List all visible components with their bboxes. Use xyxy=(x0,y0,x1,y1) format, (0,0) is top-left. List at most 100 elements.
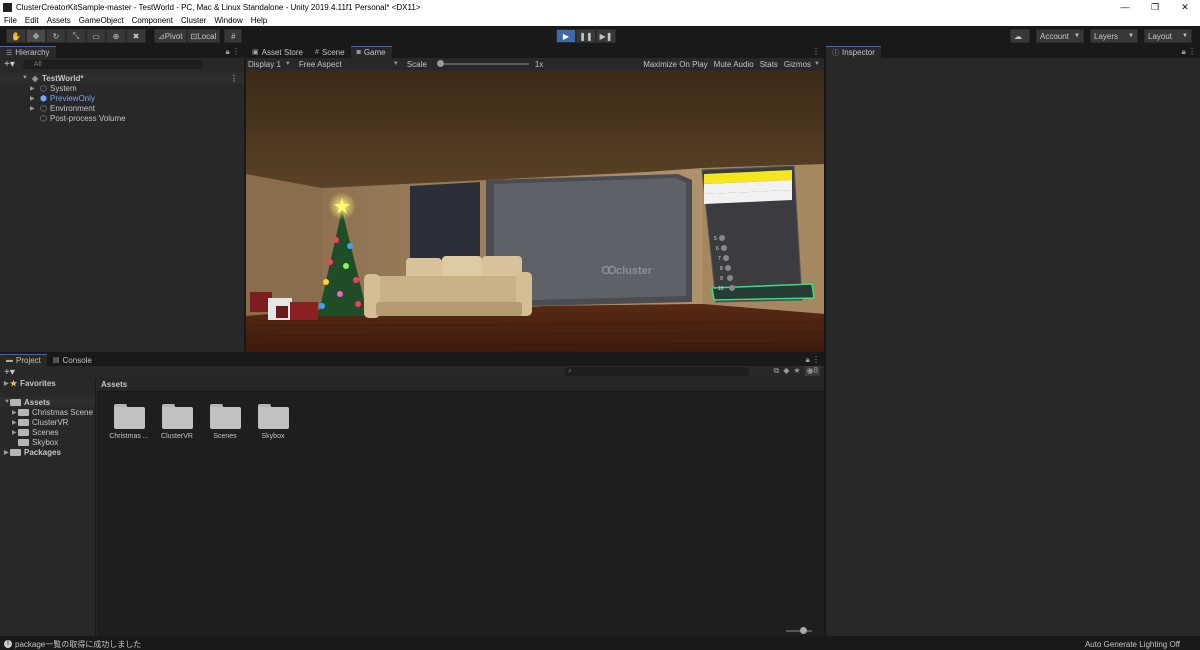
folder-icon xyxy=(18,428,29,436)
status-message[interactable]: package一覧の取得に成功しました xyxy=(15,639,141,650)
maximize-button[interactable]: ❐ xyxy=(1140,0,1170,14)
tab-label: Console xyxy=(62,355,92,365)
panel-menu-icon[interactable]: ⋮ xyxy=(812,47,820,56)
window-titlebar: ClusterCreatorKitSample-master - TestWor… xyxy=(0,0,1200,14)
lock-icon[interactable]: 🔒︎ ⋮ xyxy=(226,47,240,57)
chevron-down-icon[interactable]: ▼ xyxy=(814,61,820,67)
play-button[interactable]: ▶ xyxy=(556,29,576,43)
favorites-item[interactable]: ▶ ★ Favorites xyxy=(0,378,95,388)
scale-tool-icon[interactable]: ⤡ xyxy=(66,29,86,43)
grid-snap-icon[interactable]: # xyxy=(224,29,243,43)
minimize-button[interactable]: — xyxy=(1110,0,1140,14)
chevron-down-icon: ▼ xyxy=(1182,33,1188,39)
tab-project[interactable]: ▬ Project xyxy=(0,354,47,366)
hidden-packages-icon[interactable]: ◉8 xyxy=(804,366,820,376)
tab-inspector[interactable]: ⓘ Inspector xyxy=(826,46,881,58)
layout-label: Layout xyxy=(1148,31,1173,41)
scale-slider[interactable] xyxy=(436,60,529,67)
custom-tool-icon[interactable]: ✖ xyxy=(126,29,146,43)
account-dropdown[interactable]: Account ▼ xyxy=(1036,29,1084,43)
hierarchy-item[interactable]: ▶ ⬡ System xyxy=(0,83,244,93)
folder-tile[interactable]: ClusterVR xyxy=(153,404,201,440)
tab-asset-store[interactable]: ▣ Asset Store xyxy=(246,46,309,58)
gameobject-icon: ⬡ xyxy=(40,113,47,123)
hierarchy-search-input[interactable]: All xyxy=(22,59,203,69)
scene-row[interactable]: ▼ ◈ TestWorld* ⋮ xyxy=(0,73,244,83)
folder-tile[interactable]: Christmas ... xyxy=(105,404,153,440)
lock-icon[interactable]: 🔒︎ ⋮ xyxy=(1182,47,1196,57)
hierarchy-item[interactable]: ▶ ⬡ Environment xyxy=(0,103,244,113)
menu-gameobject[interactable]: GameObject xyxy=(79,16,124,25)
rect-tool-icon[interactable]: ▭ xyxy=(86,29,106,43)
menu-help[interactable]: Help xyxy=(251,16,267,25)
layers-label: Layers xyxy=(1094,31,1119,41)
hierarchy-item[interactable]: ▶ ⬢ PreviewOnly xyxy=(0,93,244,103)
stats-toggle[interactable]: Stats xyxy=(760,60,778,69)
folder-icon xyxy=(209,404,241,429)
menu-cluster[interactable]: Cluster xyxy=(181,16,206,25)
menu-component[interactable]: Component xyxy=(132,16,173,25)
object-name: Post-process Volume xyxy=(50,113,126,123)
folder-item[interactable]: Skybox xyxy=(0,437,95,447)
transform-tool-icon[interactable]: ⊕ xyxy=(106,29,126,43)
packages-folder-item[interactable]: ▶ Packages xyxy=(0,447,95,457)
rotate-tool-icon[interactable]: ↻ xyxy=(46,29,66,43)
tab-label: Scene xyxy=(321,47,345,57)
tab-game[interactable]: ◙ Game xyxy=(350,46,392,58)
menu-edit[interactable]: Edit xyxy=(25,16,39,25)
move-tool-icon[interactable]: ✥ xyxy=(26,29,46,43)
favorite-star-icon[interactable]: ★ xyxy=(793,366,800,376)
project-content: Assets Christmas ... ClusterVR Scenes Sk… xyxy=(97,378,824,636)
menu-file[interactable]: File xyxy=(4,16,17,25)
scene-name: TestWorld* xyxy=(42,73,84,83)
filter-by-type-icon[interactable]: ⧉ xyxy=(774,366,780,376)
cloud-icon[interactable]: ☁ xyxy=(1010,29,1030,43)
tab-scene[interactable]: # Scene xyxy=(309,46,351,58)
collapse-arrow-icon[interactable]: ▶ xyxy=(30,85,40,92)
folder-item[interactable]: ▶ ClusterVR xyxy=(0,417,95,427)
filter-by-label-icon[interactable]: ◆ xyxy=(783,366,789,376)
slider-knob[interactable] xyxy=(436,60,444,67)
slider-knob[interactable] xyxy=(800,627,807,634)
collapse-arrow-icon[interactable]: ▶ xyxy=(30,95,40,102)
pause-button[interactable]: ❚❚ xyxy=(576,29,596,43)
menu-bar: File Edit Assets GameObject Component Cl… xyxy=(0,14,1200,26)
maximize-on-play-toggle[interactable]: Maximize On Play xyxy=(643,60,707,69)
tab-label: Hierarchy xyxy=(15,48,50,57)
breadcrumb[interactable]: Assets xyxy=(97,378,824,392)
layout-dropdown[interactable]: Layout ▼ xyxy=(1144,29,1192,43)
hierarchy-item[interactable]: ⬡ Post-process Volume xyxy=(0,113,244,123)
tab-console[interactable]: ▤ Console xyxy=(47,354,98,366)
folder-item[interactable]: ▶ Christmas Scene xyxy=(0,407,95,417)
folder-label: Scenes xyxy=(32,427,59,437)
create-plus-icon[interactable]: +▾ xyxy=(4,367,15,378)
folder-item[interactable]: ▶ Scenes xyxy=(0,427,95,437)
gizmos-toggle[interactable]: Gizmos xyxy=(784,60,811,69)
pivot-toggle[interactable]: ⊿ Pivot xyxy=(154,29,187,43)
folder-icon xyxy=(18,438,29,446)
folder-tile[interactable]: Scenes xyxy=(201,404,249,440)
expand-arrow-icon[interactable]: ▼ xyxy=(22,75,32,81)
menu-assets[interactable]: Assets xyxy=(47,16,71,25)
unity-logo-icon xyxy=(3,2,12,12)
hidden-count: 8 xyxy=(813,366,818,375)
local-toggle[interactable]: ⊡ Local xyxy=(186,29,221,43)
assets-folder-item[interactable]: ▼ Assets xyxy=(0,397,95,407)
step-button[interactable]: ▶❚ xyxy=(596,29,616,43)
game-viewport[interactable]: cluster 5 6 7 8 9 10 xyxy=(246,70,824,352)
menu-window[interactable]: Window xyxy=(214,16,242,25)
hand-tool-icon[interactable]: ✋ xyxy=(6,29,26,43)
mute-audio-toggle[interactable]: Mute Audio xyxy=(714,60,754,69)
aspect-dropdown[interactable]: Free Aspect xyxy=(299,60,389,69)
project-search-input[interactable]: ⌕ xyxy=(564,367,750,376)
layers-dropdown[interactable]: Layers ▼ xyxy=(1090,29,1138,43)
collapse-arrow-icon[interactable]: ▶ xyxy=(30,105,40,112)
create-plus-icon[interactable]: +▾ xyxy=(4,59,15,70)
display-dropdown[interactable]: Display 1 xyxy=(248,60,281,69)
folder-tile[interactable]: Skybox xyxy=(249,404,297,440)
scene-menu-icon[interactable]: ⋮ xyxy=(230,74,238,83)
icon-size-slider[interactable] xyxy=(786,627,812,634)
tab-hierarchy[interactable]: ☰ Hierarchy xyxy=(0,46,56,58)
close-button[interactable]: ✕ xyxy=(1170,0,1200,14)
lock-icon[interactable]: 🔒︎ ⋮ xyxy=(806,355,820,365)
